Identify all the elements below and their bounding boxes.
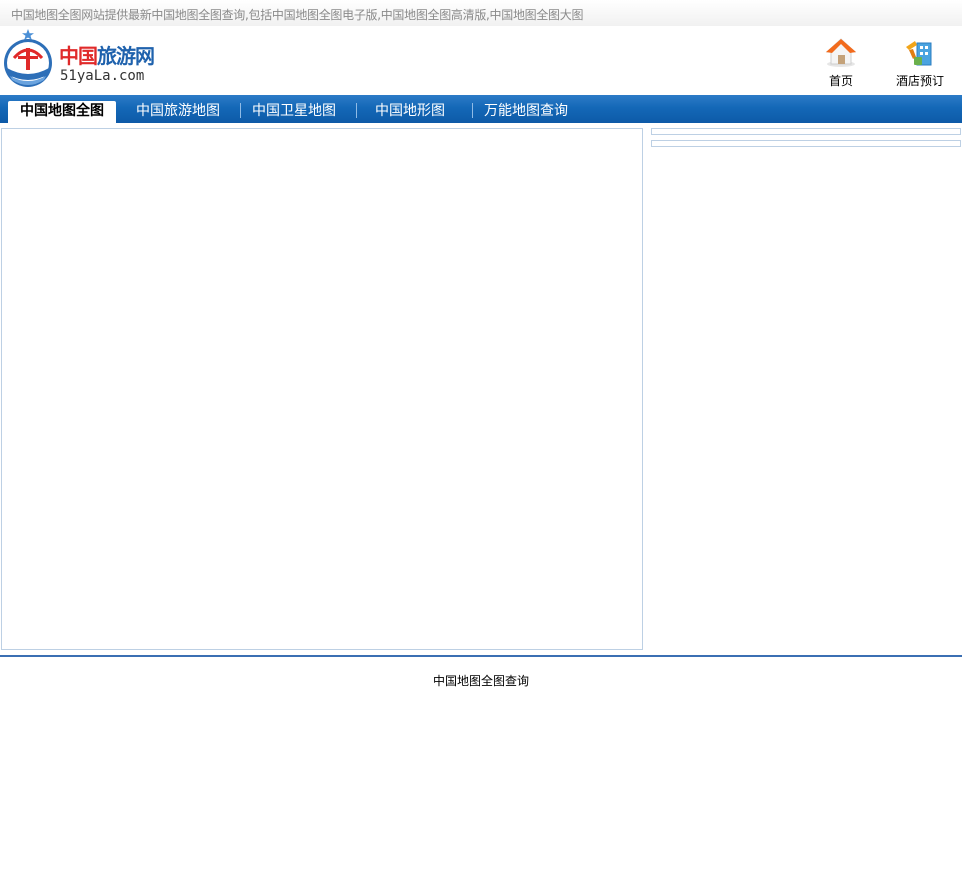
tab-china-travel-map[interactable]: 中国旅游地图 [136,101,220,121]
top-bar: 中国地图全图网站提供最新中国地图全图查询,包括中国地图全图电子版,中国地图全图高… [0,0,962,26]
tab-map-search[interactable]: 万能地图查询 [484,101,568,121]
nav-divider [240,103,241,118]
nav-divider [356,103,357,118]
main-nav: 中国地图全图 中国旅游地图 中国卫星地图 中国地形图 万能地图查询 [0,95,962,123]
tab-china-map-full[interactable]: 中国地图全图 [8,101,116,123]
house-icon [825,38,857,67]
header: 中国旅游网 51yaLa.com 首页 酒店预订 [0,26,962,95]
map-panel[interactable] [1,128,643,650]
hotel-booking-label: 酒店预订 [895,74,944,88]
footer-divider [0,655,962,657]
brand-name-part2: 旅游网 [97,44,155,68]
sidebar-box [651,128,961,135]
brand-name-part1: 中国 [59,44,98,68]
tab-china-satellite-map[interactable]: 中国卫星地图 [252,101,336,121]
hotel-booking-icon [906,41,932,66]
brand-name: 中国旅游网 [59,40,155,69]
footer-text: 中国地图全图查询 [432,674,529,688]
hotel-booking-link[interactable]: 酒店预订 [890,37,950,91]
globe-logo-icon [4,29,52,87]
site-logo[interactable]: 中国旅游网 51yaLa.com [2,28,162,90]
brand-domain: 51yaLa.com [60,68,145,84]
home-label: 首页 [828,74,853,88]
sidebar-box [651,140,961,147]
nav-divider [472,103,473,118]
home-link[interactable]: 首页 [811,37,871,91]
site-slogan: 中国地图全图网站提供最新中国地图全图查询,包括中国地图全图电子版,中国地图全图高… [11,8,584,22]
tab-china-terrain-map[interactable]: 中国地形图 [375,101,445,121]
